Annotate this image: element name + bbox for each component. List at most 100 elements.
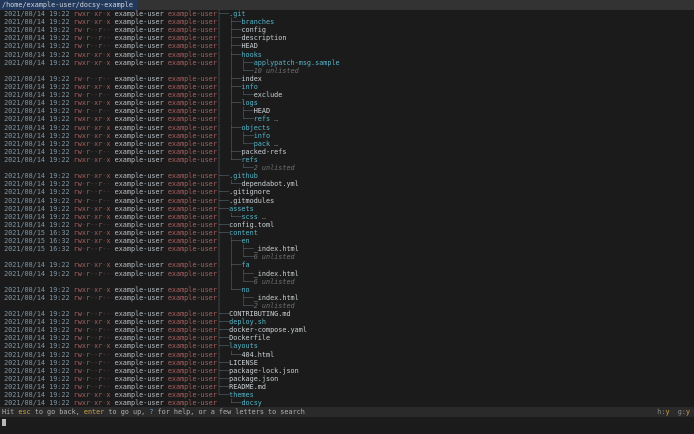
file-name: layouts	[229, 342, 258, 351]
file-name: packed-refs	[241, 147, 287, 156]
tree-row[interactable]: 2021/08/14 19:22 rwxr-xr-x example-user …	[0, 99, 694, 107]
tree-row[interactable]: 2021/08/14 19:22 rwxr-xr-x example-user …	[0, 205, 694, 213]
tree-row[interactable]: 2021/08/14 19:22 rw-r--r-- example-user …	[0, 34, 694, 42]
tree-row[interactable]: 2021/08/14 19:22 rwxr-xr-x example-user …	[0, 140, 694, 148]
file-owner: example-user	[110, 399, 168, 408]
tree-row[interactable]: │ └──2 unlisted	[0, 164, 694, 172]
tree-row[interactable]: 2021/08/14 19:22 rw-r--r-- example-user …	[0, 383, 694, 391]
file-group: example-user	[167, 293, 217, 302]
tree-row[interactable]: │ │ └──10 unlisted	[0, 67, 694, 75]
file-group: example-user	[167, 326, 217, 335]
tree-row[interactable]: │ └──2 unlisted	[0, 302, 694, 310]
search-input-line[interactable]	[0, 417, 694, 427]
tree-row[interactable]: │ │ └──6 unlisted	[0, 253, 694, 261]
tree-row[interactable]: 2021/08/14 19:22 rw-r--r-- example-user …	[0, 310, 694, 318]
file-owner: example-user	[110, 374, 168, 383]
tree-branch-lines: │ └──	[216, 164, 254, 173]
file-group: example-user	[167, 91, 217, 100]
tree-row[interactable]: 2021/08/14 19:22 rw-r--r-- example-user …	[0, 326, 694, 334]
tree-row[interactable]: 2021/08/14 19:22 rwxr-xr-x example-user …	[0, 10, 694, 18]
tree-row[interactable]: 2021/08/14 19:22 rw-r--r-- example-user …	[0, 26, 694, 34]
file-date: 2021/08/14 19:22	[0, 74, 74, 83]
tree-row[interactable]: 2021/08/14 19:22 rw-r--r-- example-user …	[0, 375, 694, 383]
tree-row[interactable]: 2021/08/14 19:22 rw-r--r-- example-user …	[0, 334, 694, 342]
tree-row[interactable]: 2021/08/14 19:22 rw-r--r-- example-user …	[0, 294, 694, 302]
tree-row[interactable]: 2021/08/14 19:22 rwxr-xr-x example-user …	[0, 286, 694, 294]
file-permissions: rw-r--r--	[74, 270, 111, 278]
tree-row[interactable]: 2021/08/14 19:22 rwxr-xr-x example-user …	[0, 18, 694, 26]
tree-branch-lines: │ ├──	[216, 237, 242, 246]
tree-branch-lines: │ ├──	[216, 293, 254, 302]
tree-row[interactable]: 2021/08/14 19:22 rw-r--r-- example-user …	[0, 197, 694, 205]
file-date: 2021/08/15 16:32	[0, 228, 74, 237]
file-group: example-user	[167, 50, 217, 59]
file-group: example-user	[167, 220, 217, 229]
tree-row[interactable]: 2021/08/14 19:22 rw-r--r-- example-user …	[0, 148, 694, 156]
tree-row[interactable]: 2021/08/14 19:22 rwxr-xr-x example-user …	[0, 124, 694, 132]
tree-row[interactable]: 2021/08/14 19:22 rw-r--r-- example-user …	[0, 75, 694, 83]
file-name: CONTRIBUTING.md	[229, 310, 291, 319]
file-date: 2021/08/14 19:22	[0, 147, 74, 156]
file-meta: 2021/08/14 19:22 rwxr-xr-x example-user …	[0, 140, 217, 148]
tree-row[interactable]: │ │ └──6 unlisted	[0, 278, 694, 286]
tree-row[interactable]: 2021/08/14 19:22 rwxr-xr-x example-user …	[0, 83, 694, 91]
file-date: 2021/08/14 19:22	[0, 82, 74, 91]
tree-row[interactable]: 2021/08/14 19:22 rw-r--r-- example-user …	[0, 180, 694, 188]
unlisted-count-label: 6 unlisted	[253, 253, 295, 262]
tree-row[interactable]: 2021/08/14 19:22 rw-r--r-- example-user …	[0, 367, 694, 375]
tree-row[interactable]: 2021/08/14 19:22 rw-r--r-- example-user …	[0, 107, 694, 115]
file-owner: example-user	[110, 228, 168, 237]
tree-row[interactable]: 2021/08/15 16:32 rwxr-xr-x example-user …	[0, 229, 694, 237]
tree-row[interactable]: 2021/08/14 19:22 rwxr-xr-x example-user …	[0, 51, 694, 59]
tree-row[interactable]: 2021/08/14 19:22 rw-r--r-- example-user …	[0, 359, 694, 367]
tree-row[interactable]: 2021/08/14 19:22 rw-r--r-- example-user …	[0, 188, 694, 196]
file-name: .gitignore	[229, 188, 271, 197]
file-meta: 2021/08/14 19:22 rw-r--r-- example-user …	[0, 270, 217, 278]
file-meta: 2021/08/14 19:22 rwxr-xr-x example-user …	[0, 213, 217, 221]
tree-row[interactable]: 2021/08/14 19:22 rwxr-xr-x example-user …	[0, 391, 694, 399]
tree-branch-lines: └──	[216, 399, 242, 408]
file-permissions: rw-r--r--	[74, 180, 111, 188]
tree-row[interactable]: 2021/08/14 19:22 rwxr-xr-x example-user …	[0, 172, 694, 180]
tree-branch-lines: ├──	[216, 204, 230, 213]
tree-row[interactable]: 2021/08/14 19:22 rw-r--r-- example-user …	[0, 42, 694, 50]
file-date: 2021/08/14 19:22	[0, 383, 74, 392]
tree-row[interactable]: 2021/08/14 19:22 rwxr-xr-x example-user …	[0, 399, 694, 407]
file-group: example-user	[167, 74, 217, 83]
file-date: 2021/08/14 19:22	[0, 293, 74, 302]
tree-row[interactable]: 2021/08/14 19:22 rw-r--r-- example-user …	[0, 91, 694, 99]
tree-row[interactable]: 2021/08/14 19:22 rwxr-xr-x example-user …	[0, 156, 694, 164]
file-date: 2021/08/15 16:32	[0, 245, 74, 254]
tree-row[interactable]: 2021/08/14 19:22 rwxr-xr-x example-user …	[0, 115, 694, 123]
file-name: package.json	[229, 374, 279, 383]
tree-branch-lines: │ ├──	[216, 50, 242, 59]
tree-row[interactable]: 2021/08/14 19:22 rwxr-xr-x example-user …	[0, 132, 694, 140]
file-date: 2021/08/14 19:22	[0, 212, 74, 221]
file-date: 2021/08/14 19:22	[0, 42, 74, 51]
file-owner: example-user	[110, 155, 168, 164]
file-date: 2021/08/14 19:22	[0, 374, 74, 383]
file-owner: example-user	[110, 139, 168, 148]
file-group: example-user	[167, 123, 217, 132]
tree-row[interactable]: 2021/08/14 19:22 rwxr-xr-x example-user …	[0, 261, 694, 269]
tree-branch-lines: │ ├──	[216, 74, 242, 83]
file-group: example-user	[167, 366, 217, 375]
file-name: logs	[241, 99, 258, 108]
tree-row[interactable]: 2021/08/14 19:22 rw-r--r-- example-user …	[0, 221, 694, 229]
tree-row[interactable]: 2021/08/14 19:22 rw-r--r-- example-user …	[0, 270, 694, 278]
tree-row[interactable]: 2021/08/14 19:22 rwxr-xr-x example-user …	[0, 213, 694, 221]
file-permissions: rwxr-xr-x	[74, 318, 111, 326]
tree-row[interactable]: 2021/08/15 16:32 rwxr-xr-x example-user …	[0, 237, 694, 245]
file-name: docsy	[241, 399, 262, 408]
tree-branch-lines: │ ├──	[216, 123, 242, 132]
tree-row[interactable]: 2021/08/14 19:22 rw-r--r-- example-user …	[0, 351, 694, 359]
file-owner: example-user	[110, 342, 168, 351]
tree-row[interactable]: 2021/08/14 19:22 rwxr-xr-x example-user …	[0, 342, 694, 350]
tree-row[interactable]: 2021/08/14 19:22 rwxr-xr-x example-user …	[0, 318, 694, 326]
tree-row[interactable]: 2021/08/14 19:22 rwxr-xr-x example-user …	[0, 59, 694, 67]
tree-branch-lines: │ ├──	[216, 261, 242, 270]
current-path: /home/example-user/docsy-example	[0, 0, 137, 10]
tree-branch-lines: │ ├──	[216, 147, 242, 156]
file-owner: example-user	[110, 318, 168, 327]
tree-row[interactable]: 2021/08/15 16:32 rw-r--r-- example-user …	[0, 245, 694, 253]
